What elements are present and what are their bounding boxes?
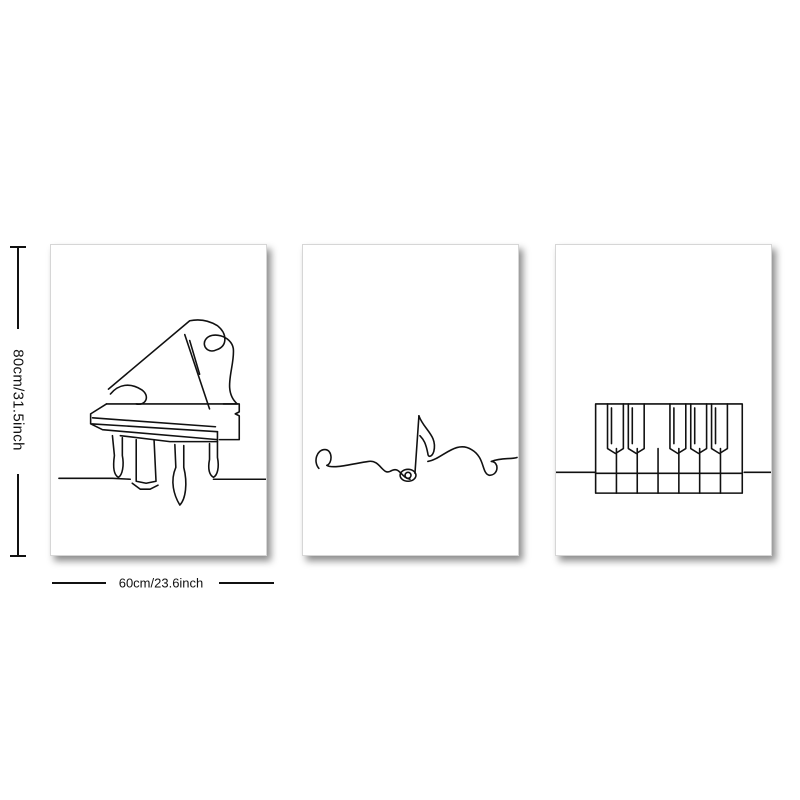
piano-leg-front — [111, 434, 124, 479]
width-dimension-right-line — [219, 582, 274, 584]
piano-keyboard — [89, 403, 219, 441]
lid-prop — [183, 333, 211, 410]
canvas-panel-music-note — [302, 244, 519, 556]
height-dimension-lower-line — [17, 474, 19, 556]
width-dimension-left-line — [52, 582, 106, 584]
product-image: 80cm/31.5inch 60cm/23.6inch — [0, 0, 800, 800]
black-key-1 — [606, 403, 625, 455]
height-dimension-upper-line — [17, 247, 19, 329]
canvas-panel-piano-keys — [555, 244, 772, 556]
width-dimension-label: 60cm/23.6inch — [118, 575, 204, 591]
flowing-line-right — [427, 446, 518, 477]
canvas-panel-grand-piano — [50, 244, 267, 556]
black-key-3 — [669, 403, 687, 455]
piano-pedals — [131, 438, 159, 490]
piano-lid — [107, 319, 239, 405]
flowing-line — [315, 448, 411, 481]
black-key-2 — [627, 403, 645, 455]
grand-piano-drawing — [58, 319, 266, 506]
music-note-drawing — [315, 415, 518, 483]
piano-keys-drawing — [556, 403, 771, 494]
black-key-4 — [689, 403, 708, 455]
ground-line-left — [58, 477, 132, 481]
piano-leg-center — [172, 443, 187, 506]
piano-body-top — [105, 403, 241, 441]
note-flag — [418, 415, 436, 458]
note-stem — [414, 415, 420, 475]
height-dimension-bottom-tick — [10, 555, 26, 557]
black-key-5 — [710, 403, 729, 455]
height-dimension-label: 80cm/31.5inch — [9, 349, 27, 451]
piano-leg-back — [207, 440, 220, 479]
